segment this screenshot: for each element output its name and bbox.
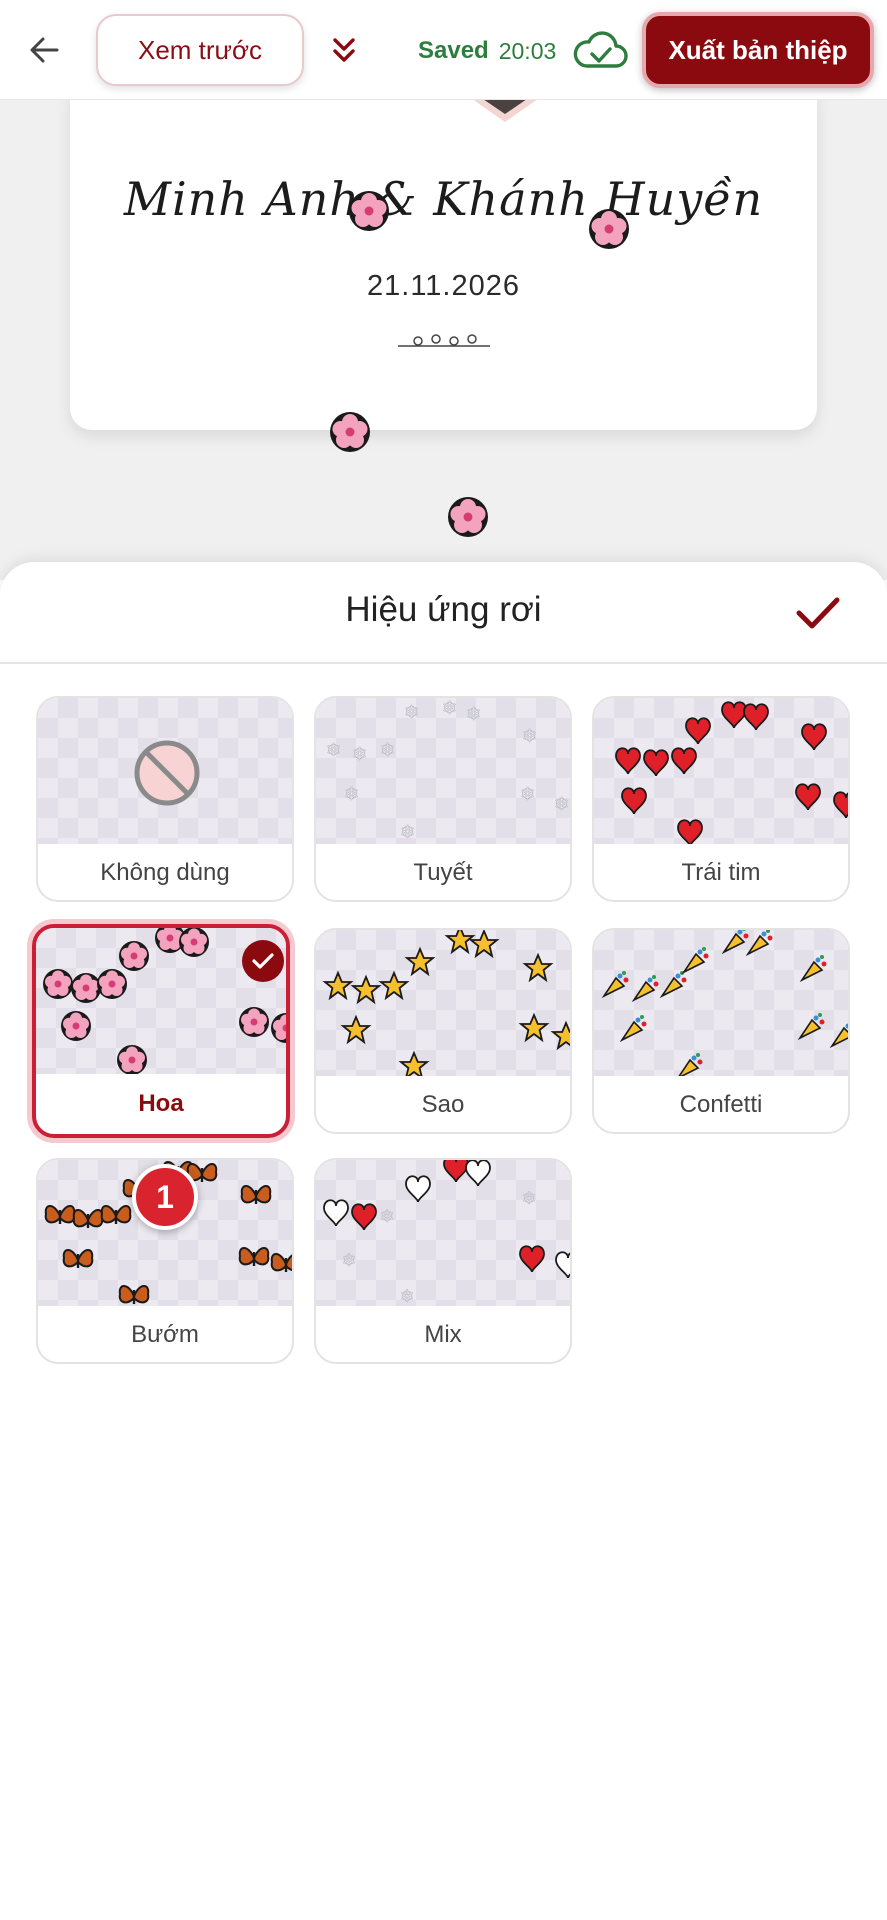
top-bar: Xem trước Saved 20:03 Xuất bản thiệp <box>0 0 887 100</box>
falling-effect-sheet: Hiệu ứng rơi Không dùng ❄ ❄ ❄ ❄ ❄ ❄ ❄ ❄ ❄ ❄ ❄ <box>0 562 887 1920</box>
effect-option-label: Confetti <box>679 1091 763 1118</box>
svg-text:❄: ❄ <box>344 784 359 805</box>
saved-label: Saved <box>418 37 489 64</box>
svg-text:❄: ❄ <box>404 702 419 723</box>
svg-text:❄: ❄ <box>380 1207 394 1227</box>
selected-check-badge <box>242 940 284 982</box>
falling-flower-icon <box>330 412 370 452</box>
export-card-button[interactable]: Xuất bản thiệp <box>642 12 874 88</box>
effect-option-hearts[interactable]: Trái tim <box>592 696 850 902</box>
effect-option-mix[interactable]: ❄ ❄ ❄ ❄ Mix <box>314 1158 572 1364</box>
effect-option-label: Tuyết <box>413 859 473 886</box>
svg-text:❄: ❄ <box>342 1251 356 1271</box>
back-button[interactable] <box>22 24 66 76</box>
svg-text:❄: ❄ <box>520 784 535 805</box>
falling-flower-icon <box>349 191 389 231</box>
no-entry-icon <box>134 740 200 806</box>
snowflake-icon: ❄ ❄ ❄ ❄ ❄ ❄ ❄ ❄ ❄ ❄ ❄ <box>326 698 570 843</box>
effect-option-label: Mix <box>424 1321 462 1348</box>
sheet-header: Hiệu ứng rơi <box>0 562 887 664</box>
effect-option-snow[interactable]: ❄ ❄ ❄ ❄ ❄ ❄ ❄ ❄ ❄ ❄ ❄ Tuyết <box>314 696 572 902</box>
confirm-button[interactable] <box>790 586 846 640</box>
check-icon <box>252 953 274 969</box>
photo-frame-tip <box>473 100 537 122</box>
effect-option-label: Hoa <box>138 1090 184 1117</box>
ornament-divider-icon <box>398 334 490 347</box>
effect-thumbnail <box>316 930 570 1076</box>
preview-button[interactable]: Xem trước <box>96 14 304 86</box>
svg-text:❄: ❄ <box>466 704 481 725</box>
effect-option-flowers[interactable]: Hoa <box>32 924 290 1138</box>
effect-option-label: Bướm <box>131 1321 199 1348</box>
svg-text:❄: ❄ <box>400 1287 414 1306</box>
star-icon <box>324 930 570 1076</box>
effect-thumbnail <box>594 930 848 1076</box>
party-popper-icon <box>603 930 848 1076</box>
check-icon <box>796 597 840 629</box>
effect-option-label: Sao <box>421 1091 465 1118</box>
svg-text:❄: ❄ <box>326 740 341 761</box>
falling-flower-icon <box>448 497 488 537</box>
invitation-preview: Minh Anh & Khánh Huyền 21.11.2026 <box>0 100 887 580</box>
effect-thumbnail <box>38 698 292 844</box>
svg-text:❄: ❄ <box>522 1189 536 1209</box>
svg-text:❄: ❄ <box>352 744 367 765</box>
cloud-check-icon <box>574 31 628 68</box>
svg-text:❄: ❄ <box>522 726 537 747</box>
arrow-left-icon <box>30 37 59 63</box>
save-status: Saved 20:03 <box>418 30 628 72</box>
couple-names: Minh Anh & Khánh Huyền <box>123 172 764 226</box>
svg-text:❄: ❄ <box>400 822 415 843</box>
effect-option-confetti[interactable]: Confetti <box>592 928 850 1134</box>
effect-thumbnail: ❄ ❄ ❄ ❄ <box>316 1160 570 1306</box>
effect-option-label: Trái tim <box>681 859 761 886</box>
svg-text:❄: ❄ <box>442 698 457 719</box>
effect-option-label: Không dùng <box>100 859 230 886</box>
heart-icon <box>615 701 848 844</box>
svg-text:❄: ❄ <box>380 740 395 761</box>
double-chevron-down-icon <box>333 38 355 62</box>
effect-option-stars[interactable]: Sao <box>314 928 572 1134</box>
effect-thumbnail <box>594 698 848 844</box>
effect-thumbnail: ❄ ❄ ❄ ❄ ❄ ❄ ❄ ❄ ❄ ❄ ❄ <box>316 698 570 844</box>
saved-time: 20:03 <box>498 37 557 64</box>
falling-flower-icon <box>589 209 629 249</box>
sheet-title: Hiệu ứng rơi <box>345 590 542 629</box>
svg-text:❄: ❄ <box>554 794 569 815</box>
step-number-badge: 1 <box>132 1164 198 1230</box>
mixed-effects-icon: ❄ ❄ ❄ ❄ <box>323 1160 570 1306</box>
wedding-date: 21.11.2026 <box>367 270 520 302</box>
expand-more-button[interactable] <box>322 26 366 74</box>
invitation-card: Minh Anh & Khánh Huyền 21.11.2026 <box>70 100 817 430</box>
effect-option-none[interactable]: Không dùng <box>36 696 294 902</box>
app-screen: Xem trước Saved 20:03 Xuất bản thiệp Min… <box>0 0 887 1920</box>
